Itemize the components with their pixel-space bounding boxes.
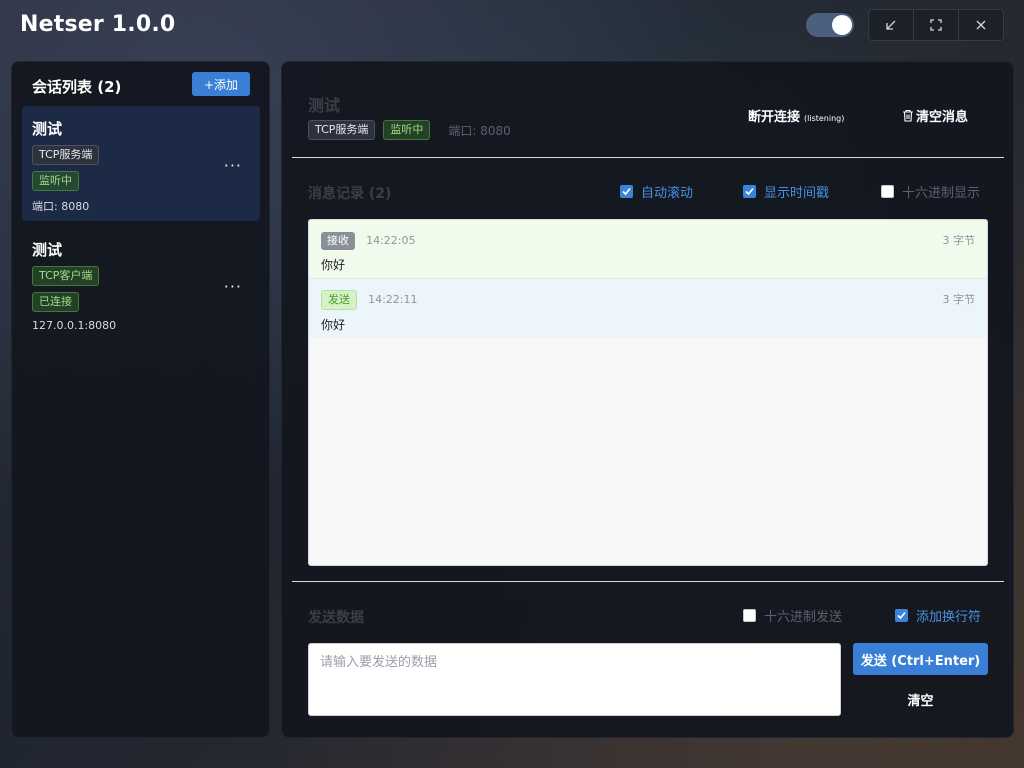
close-icon xyxy=(976,20,986,30)
session-title: 测试 xyxy=(32,241,63,259)
checkbox-checked-icon xyxy=(895,609,908,622)
session-status-tag: 监听中 xyxy=(32,171,79,191)
message-content: 你好 xyxy=(321,258,346,272)
message-log-label: 消息记录 xyxy=(308,186,364,202)
theme-toggle[interactable] xyxy=(806,13,854,37)
clear-messages-label: 清空消息 xyxy=(916,110,969,125)
append-newline-checkbox[interactable]: 添加换行符 xyxy=(895,606,981,625)
show-timestamp-label: 显示时间戳 xyxy=(764,186,830,201)
message-log-count: (2) xyxy=(368,186,392,202)
send-divider xyxy=(292,581,1004,582)
message-content: 你好 xyxy=(321,318,346,332)
session-item-client[interactable]: 测试 TCP客户端 已连接 127.0.0.1:8080 ··· xyxy=(22,227,260,342)
message-row-sent: 发送 14:22:11 3 字节 你好 xyxy=(309,279,987,338)
auto-scroll-label: 自动滚动 xyxy=(641,186,694,201)
session-list-title: 会话列表 xyxy=(32,78,93,96)
checkbox-checked-icon xyxy=(743,185,756,198)
session-info: 127.0.0.1:8080 xyxy=(32,319,117,332)
session-detail-panel: 测试 TCP服务端 监听中 端口: 8080 断开连接 (listening) 清… xyxy=(281,61,1014,738)
session-status-tag: 已连接 xyxy=(32,292,79,312)
session-more-button[interactable]: ··· xyxy=(224,156,242,175)
checkbox-unchecked-icon xyxy=(881,185,894,198)
session-list-panel: 会话列表 (2) +添加 测试 TCP服务端 监听中 端口: 8080 ··· … xyxy=(11,61,270,738)
message-row-received: 接收 14:22:05 3 字节 你好 xyxy=(309,220,987,279)
hex-display-checkbox[interactable]: 十六进制显示 xyxy=(881,182,980,201)
session-info: 端口: 8080 xyxy=(32,200,90,213)
connection-tags: TCP服务端 监听中 端口: 8080 xyxy=(308,120,511,140)
trash-icon xyxy=(903,109,913,122)
hex-display-label: 十六进制显示 xyxy=(902,186,981,201)
header-divider xyxy=(292,157,1004,158)
hex-send-label: 十六进制发送 xyxy=(764,610,843,625)
hex-send-checkbox[interactable]: 十六进制发送 xyxy=(743,606,842,625)
disconnect-button[interactable]: 断开连接 (listening) xyxy=(748,106,844,125)
message-time: 14:22:11 xyxy=(368,293,418,306)
send-data-title: 发送数据 xyxy=(308,610,364,626)
send-button[interactable]: 发送 (Ctrl+Enter) xyxy=(853,643,988,675)
message-size: 3 字节 xyxy=(942,293,976,306)
app-title: Netser 1.0.0 xyxy=(20,12,176,37)
disconnect-label: 断开连接 xyxy=(748,110,801,125)
checkbox-checked-icon xyxy=(620,185,633,198)
minimize-button[interactable] xyxy=(869,10,914,40)
session-more-button[interactable]: ··· xyxy=(224,277,242,296)
direction-badge: 发送 xyxy=(321,290,357,310)
port-label: 端口: 8080 xyxy=(448,123,511,138)
message-time: 14:22:05 xyxy=(366,234,416,247)
add-session-button[interactable]: +添加 xyxy=(192,72,250,96)
session-title: 测试 xyxy=(32,120,63,138)
checkbox-unchecked-icon xyxy=(743,609,756,622)
message-log-title: 消息记录 (2) xyxy=(308,183,391,203)
close-button[interactable] xyxy=(959,10,1003,40)
session-item-server[interactable]: 测试 TCP服务端 监听中 端口: 8080 ··· xyxy=(22,106,260,221)
disconnect-sublabel: (listening) xyxy=(804,114,845,123)
connection-title: 测试 xyxy=(308,96,341,115)
send-data-input[interactable] xyxy=(308,643,841,716)
session-type-tag: TCP服务端 xyxy=(32,145,100,165)
connection-status-tag: 监听中 xyxy=(383,120,431,140)
maximize-button[interactable] xyxy=(914,10,959,40)
clear-input-button[interactable]: 清空 xyxy=(853,687,988,711)
message-size: 3 字节 xyxy=(942,234,976,247)
append-newline-label: 添加换行符 xyxy=(916,610,982,625)
show-timestamp-checkbox[interactable]: 显示时间戳 xyxy=(743,182,829,201)
auto-scroll-checkbox[interactable]: 自动滚动 xyxy=(620,182,693,201)
toggle-knob xyxy=(832,15,852,35)
title-bar: Netser 1.0.0 xyxy=(0,0,1024,52)
arrow-down-left-icon xyxy=(886,20,896,30)
session-type-tag: TCP客户端 xyxy=(32,266,100,286)
connection-type-tag: TCP服务端 xyxy=(308,120,376,140)
session-list-header: 会话列表 (2) xyxy=(32,76,121,97)
fullscreen-icon xyxy=(930,19,942,31)
window-controls xyxy=(868,9,1004,41)
direction-badge: 接收 xyxy=(321,232,355,250)
clear-messages-button[interactable]: 清空消息 xyxy=(902,106,968,125)
message-log[interactable]: 接收 14:22:05 3 字节 你好 发送 14:22:11 3 字节 你好 xyxy=(308,219,988,566)
session-count: (2) xyxy=(97,78,122,96)
